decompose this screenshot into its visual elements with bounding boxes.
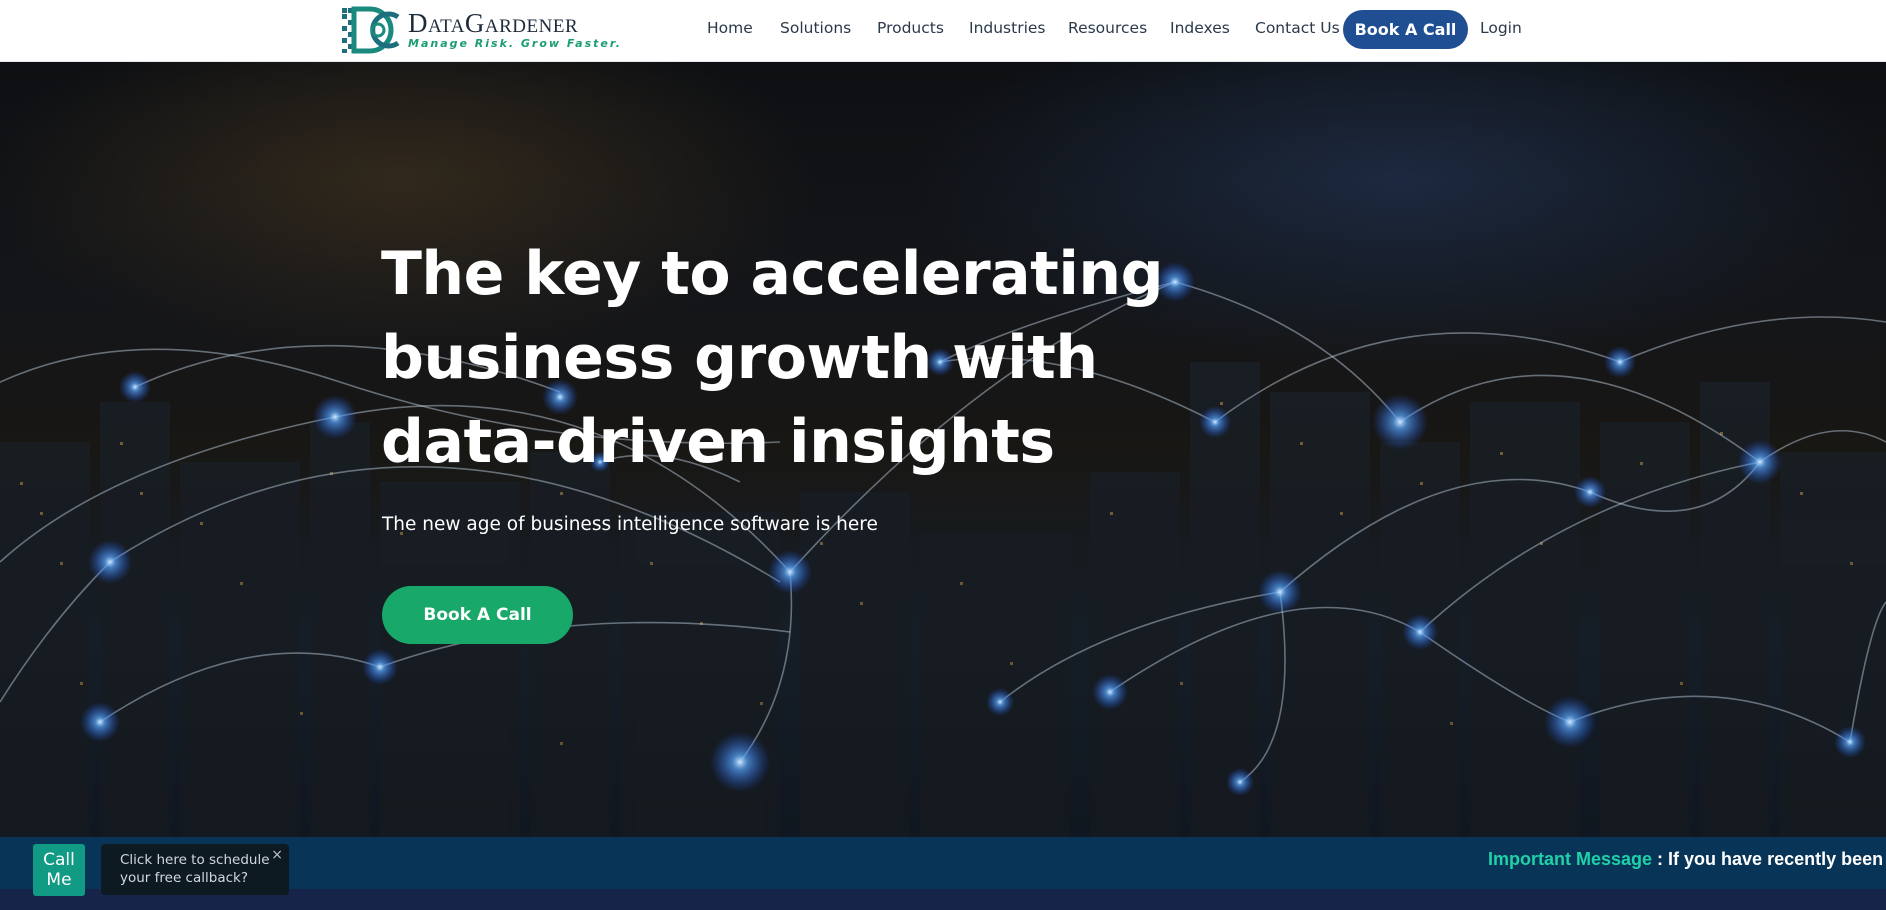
hero-book-call-button[interactable]: Book A Call (382, 586, 573, 644)
hero-title-line-3: data-driven insights (381, 407, 1055, 477)
logo[interactable]: DataGardener Manage Risk. Grow Faster. (340, 5, 622, 55)
call-me-label-line-1: Call (43, 850, 75, 870)
callback-tooltip-line-1: Click here to schedule (120, 852, 270, 868)
nav-home[interactable]: Home (707, 19, 753, 37)
nav-login[interactable]: Login (1480, 19, 1522, 37)
nav-contact-us[interactable]: Contact Us (1255, 19, 1340, 37)
callback-tooltip-line-2: your free callback? (120, 870, 248, 886)
announcement-label: Important Message (1488, 849, 1653, 869)
call-me-label-line-2: Me (46, 870, 72, 890)
nav-solutions[interactable]: Solutions (780, 19, 851, 37)
hero-title-line-1: The key to accelerating (381, 239, 1164, 309)
hero-section: The key to accelerating business growth … (0, 62, 1886, 837)
nav-industries[interactable]: Industries (969, 19, 1046, 37)
announcement-text: : If you have recently been con (1657, 849, 1886, 869)
header-book-call-button[interactable]: Book A Call (1343, 10, 1468, 49)
hero-title-line-2: business growth with (381, 323, 1098, 393)
logo-mark-icon (342, 6, 400, 54)
callback-tooltip[interactable]: Click here to schedule your free callbac… (101, 844, 289, 895)
nav-products[interactable]: Products (877, 19, 944, 37)
announcement-marquee[interactable]: Important Message : If you have recently… (1488, 849, 1886, 870)
nav-indexes[interactable]: Indexes (1170, 19, 1230, 37)
logo-name: DataGardener (408, 8, 579, 38)
close-icon[interactable]: × (271, 846, 283, 864)
logo-tagline: Manage Risk. Grow Faster. (408, 37, 622, 50)
hero-subtitle: The new age of business intelligence sof… (382, 514, 878, 535)
call-me-button[interactable]: Call Me (33, 844, 85, 896)
site-header: DataGardener Manage Risk. Grow Faster. H… (0, 0, 1886, 62)
nav-resources[interactable]: Resources (1068, 19, 1147, 37)
hero-title: The key to accelerating business growth … (381, 232, 1281, 484)
